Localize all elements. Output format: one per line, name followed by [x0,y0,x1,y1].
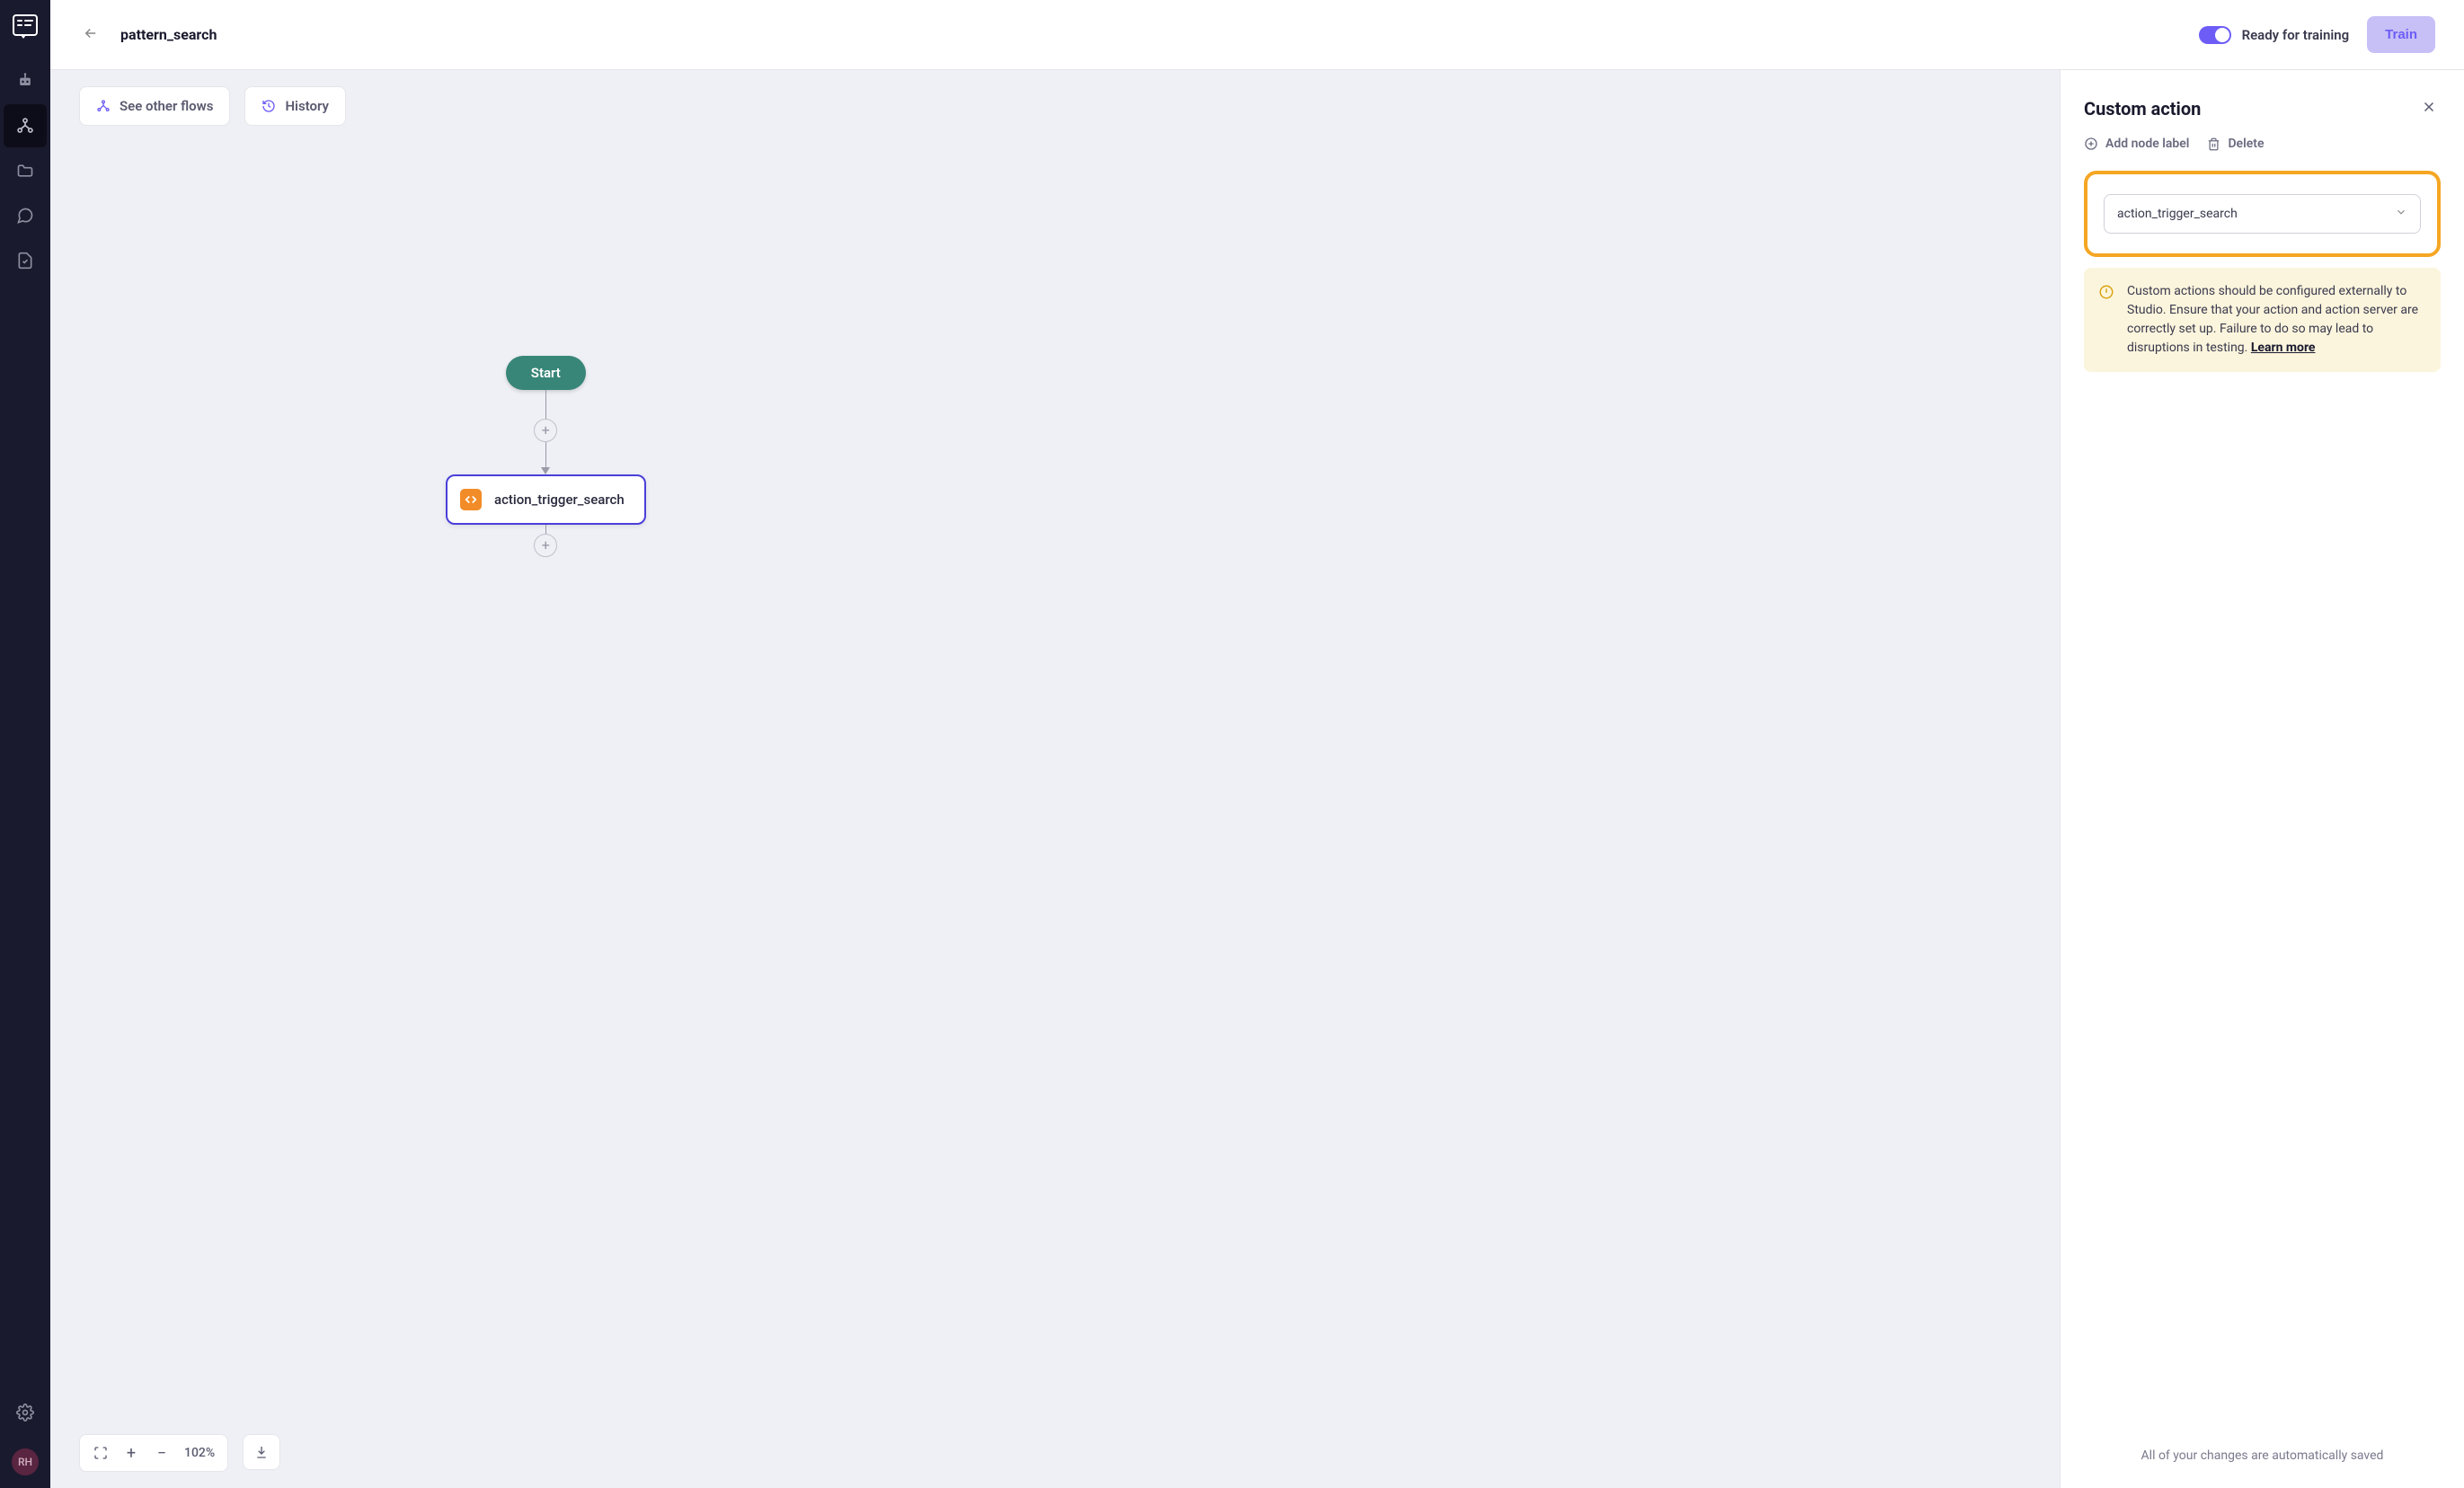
see-flows-label: See other flows [120,98,213,114]
edge [545,525,546,534]
back-button[interactable] [79,22,102,49]
topbar: pattern_search Ready for training Train [50,0,2464,70]
ready-toggle[interactable] [2199,26,2231,44]
highlighted-dropdown-area: action_trigger_search [2084,171,2441,257]
user-avatar[interactable]: RH [12,1448,39,1475]
autosave-message: All of your changes are automatically sa… [2084,1434,2441,1463]
see-other-flows-button[interactable]: See other flows [79,86,230,126]
add-node-button[interactable]: + [534,419,557,442]
zoom-in-button[interactable]: + [116,1435,146,1471]
action-node[interactable]: action_trigger_search [446,474,646,525]
flow-canvas[interactable]: See other flows History + − 102% [50,70,2060,1488]
download-button[interactable] [243,1434,280,1470]
warning-banner: Custom actions should be configured exte… [2084,268,2441,372]
code-icon [460,489,482,510]
inspector-panel: Custom action Add node label Delete [2060,70,2464,1488]
zoom-out-button[interactable]: − [146,1435,177,1471]
ready-label: Ready for training [2242,27,2350,43]
sidebar: RH [0,0,50,1488]
dropdown-value: action_trigger_search [2117,207,2238,221]
close-panel-button[interactable] [2417,95,2441,122]
train-button[interactable]: Train [2367,16,2435,53]
edge [545,390,546,419]
chevron-down-icon [2395,206,2407,222]
sidebar-document-icon[interactable] [4,239,47,282]
action-dropdown[interactable]: action_trigger_search [2104,194,2421,234]
add-node-label-button[interactable]: Add node label [2084,137,2189,151]
arrow-icon [541,467,550,474]
edge [545,442,546,467]
add-node-button[interactable]: + [534,534,557,557]
fit-screen-button[interactable] [85,1435,116,1471]
history-button[interactable]: History [244,86,346,126]
sidebar-settings-icon[interactable] [4,1391,47,1434]
zoom-controls: + − 102% [79,1434,228,1472]
warning-icon [2098,284,2114,358]
sidebar-chat-icon[interactable] [4,194,47,237]
panel-title: Custom action [2084,98,2201,120]
zoom-value: 102% [177,1446,222,1460]
delete-button[interactable]: Delete [2207,137,2264,151]
warning-text: Custom actions should be configured exte… [2127,282,2426,358]
page-title: pattern_search [120,26,217,43]
sidebar-flows-icon[interactable] [4,104,47,147]
start-node[interactable]: Start [506,356,586,390]
sidebar-bot-icon[interactable] [4,59,47,102]
delete-text: Delete [2228,137,2264,151]
add-node-label-text: Add node label [2105,137,2189,151]
rasa-logo[interactable] [11,13,40,41]
history-label: History [285,98,329,114]
flow-diagram: Start + action_trigger_search + [446,356,646,557]
learn-more-link[interactable]: Learn more [2251,341,2316,355]
action-node-label: action_trigger_search [494,492,625,508]
sidebar-folder-icon[interactable] [4,149,47,192]
